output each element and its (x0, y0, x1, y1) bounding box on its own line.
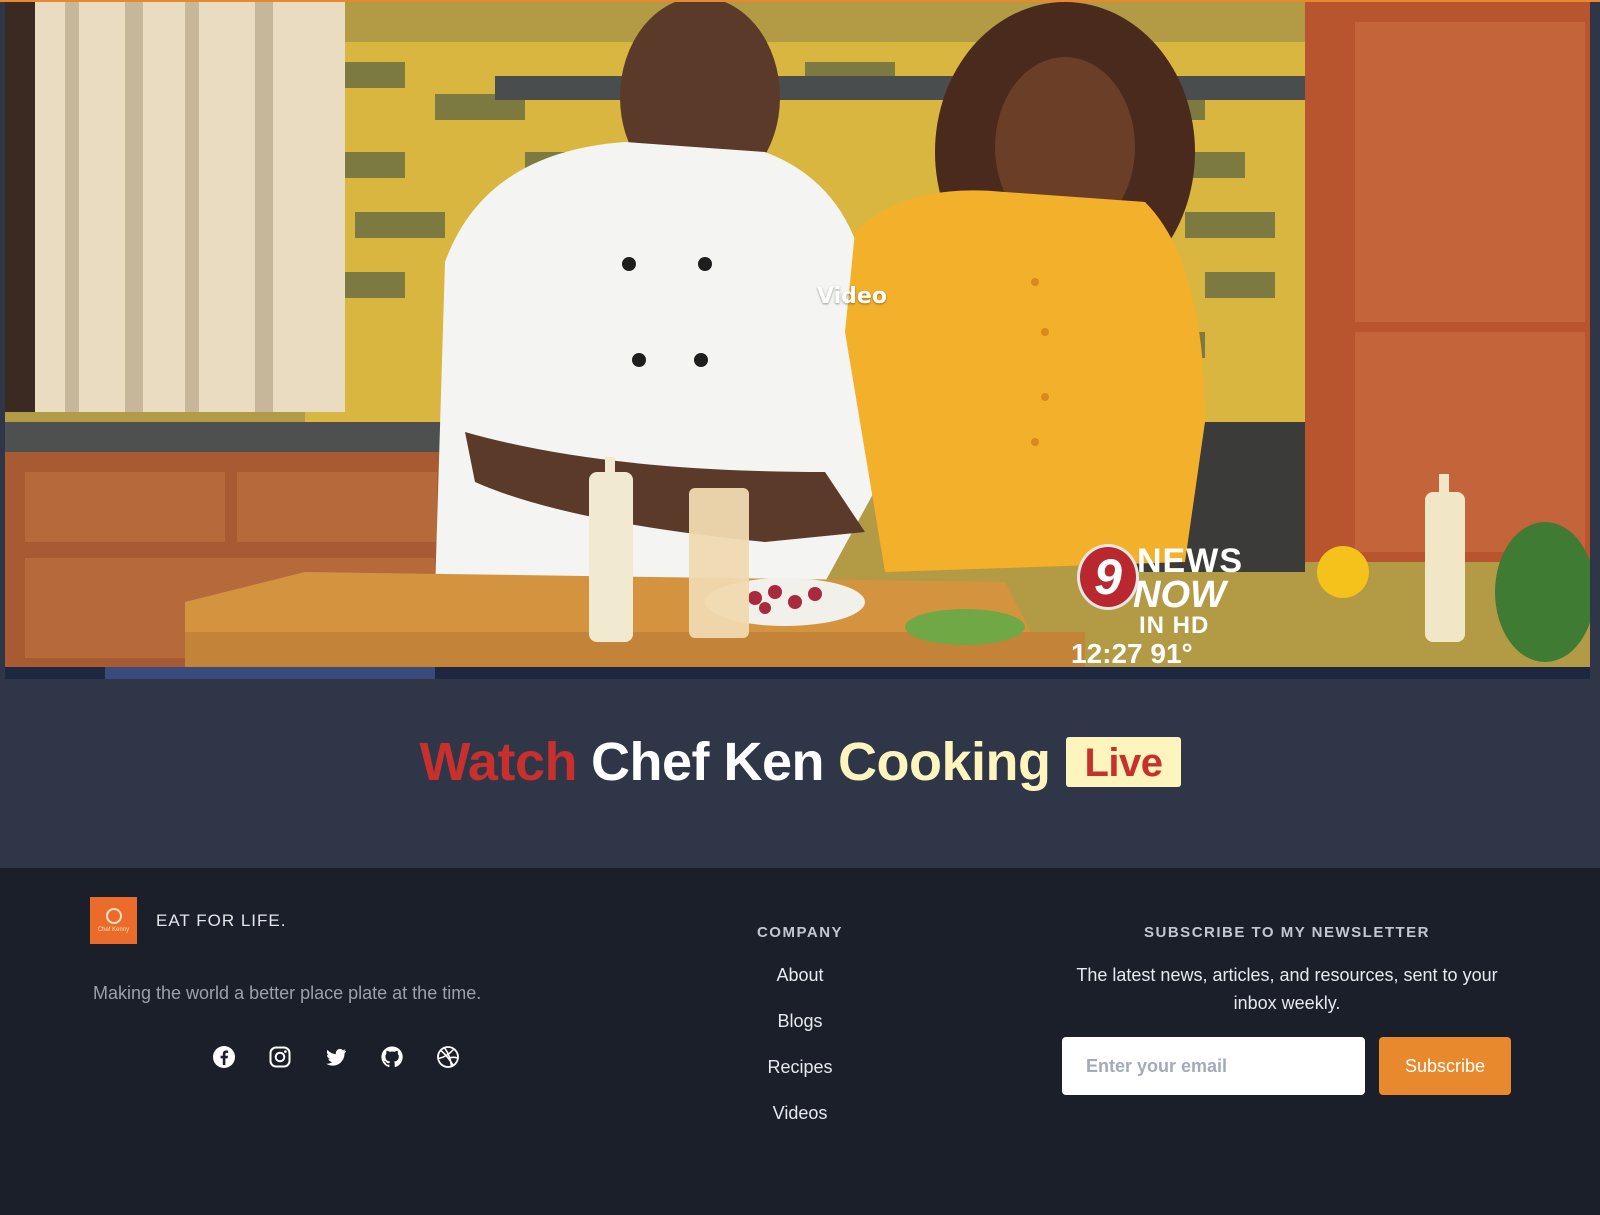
twitter-icon[interactable] (324, 1045, 348, 1069)
footer-link-recipes[interactable]: Recipes (700, 1055, 900, 1101)
live-badge: Live (1066, 736, 1181, 787)
channel-number: 9 (1077, 544, 1139, 610)
brand-logo-mark (105, 908, 122, 924)
brand-name: EAT FOR LIFE. (156, 910, 287, 930)
station-logo: 9 NEWS NOW IN HD 12:27 91° (1071, 542, 1283, 672)
footer-brand[interactable]: Chef Kenny EAT FOR LIFE. (90, 897, 286, 944)
headline-word-cooking: Cooking (837, 731, 1051, 792)
newsletter-title: SUBSCRIBE TO MY NEWSLETTER (1144, 924, 1430, 941)
dribbble-icon[interactable] (436, 1045, 460, 1069)
time-temperature: 12:27 91° (1071, 638, 1193, 669)
footer-link-videos[interactable]: Videos (700, 1101, 900, 1147)
site-footer: Chef Kenny EAT FOR LIFE. Making the worl… (0, 868, 1600, 1215)
video-frame-image (5, 2, 1590, 679)
instagram-icon[interactable] (268, 1045, 292, 1069)
github-icon[interactable] (380, 1045, 404, 1069)
live-headline: Watch Chef Ken Cooking Live (419, 731, 1181, 793)
company-column: COMPANY About Blogs Recipes Videos (700, 924, 900, 1147)
newsletter-column: SUBSCRIBE TO MY NEWSLETTER The latest ne… (1062, 924, 1512, 1095)
video-title-overlay: Video (817, 284, 887, 309)
headline-word-watch: Watch (419, 731, 577, 792)
live-banner: Watch Chef Ken Cooking Live (0, 681, 1600, 868)
email-input[interactable] (1062, 1037, 1365, 1095)
subscribe-button[interactable]: Subscribe (1379, 1037, 1511, 1095)
brand-logo-text: Chef Kenny (97, 927, 130, 933)
brand-logo: Chef Kenny (90, 897, 137, 944)
headline-chef-name: Chef Ken (590, 731, 825, 792)
social-links (212, 1045, 460, 1069)
newsletter-form: Subscribe (1062, 1037, 1512, 1095)
video-section: Video 9 NEWS NOW IN HD 12:27 91° (0, 0, 1600, 681)
station-logo-line2: NOW (1133, 574, 1226, 616)
footer-link-about[interactable]: About (700, 963, 900, 1009)
facebook-icon[interactable] (212, 1045, 236, 1069)
company-title: COMPANY (756, 924, 844, 941)
page: Video 9 NEWS NOW IN HD 12:27 91° Watch C… (0, 0, 1600, 1215)
video-player[interactable]: Video 9 NEWS NOW IN HD 12:27 91° (5, 2, 1590, 679)
brand-tagline: Making the world a better place plate at… (93, 983, 482, 1003)
footer-link-blogs[interactable]: Blogs (700, 1009, 900, 1055)
station-logo-line3: IN HD (1139, 612, 1210, 639)
newsletter-description: The latest news, articles, and resources… (1076, 965, 1498, 1013)
company-links: About Blogs Recipes Videos (700, 963, 900, 1147)
